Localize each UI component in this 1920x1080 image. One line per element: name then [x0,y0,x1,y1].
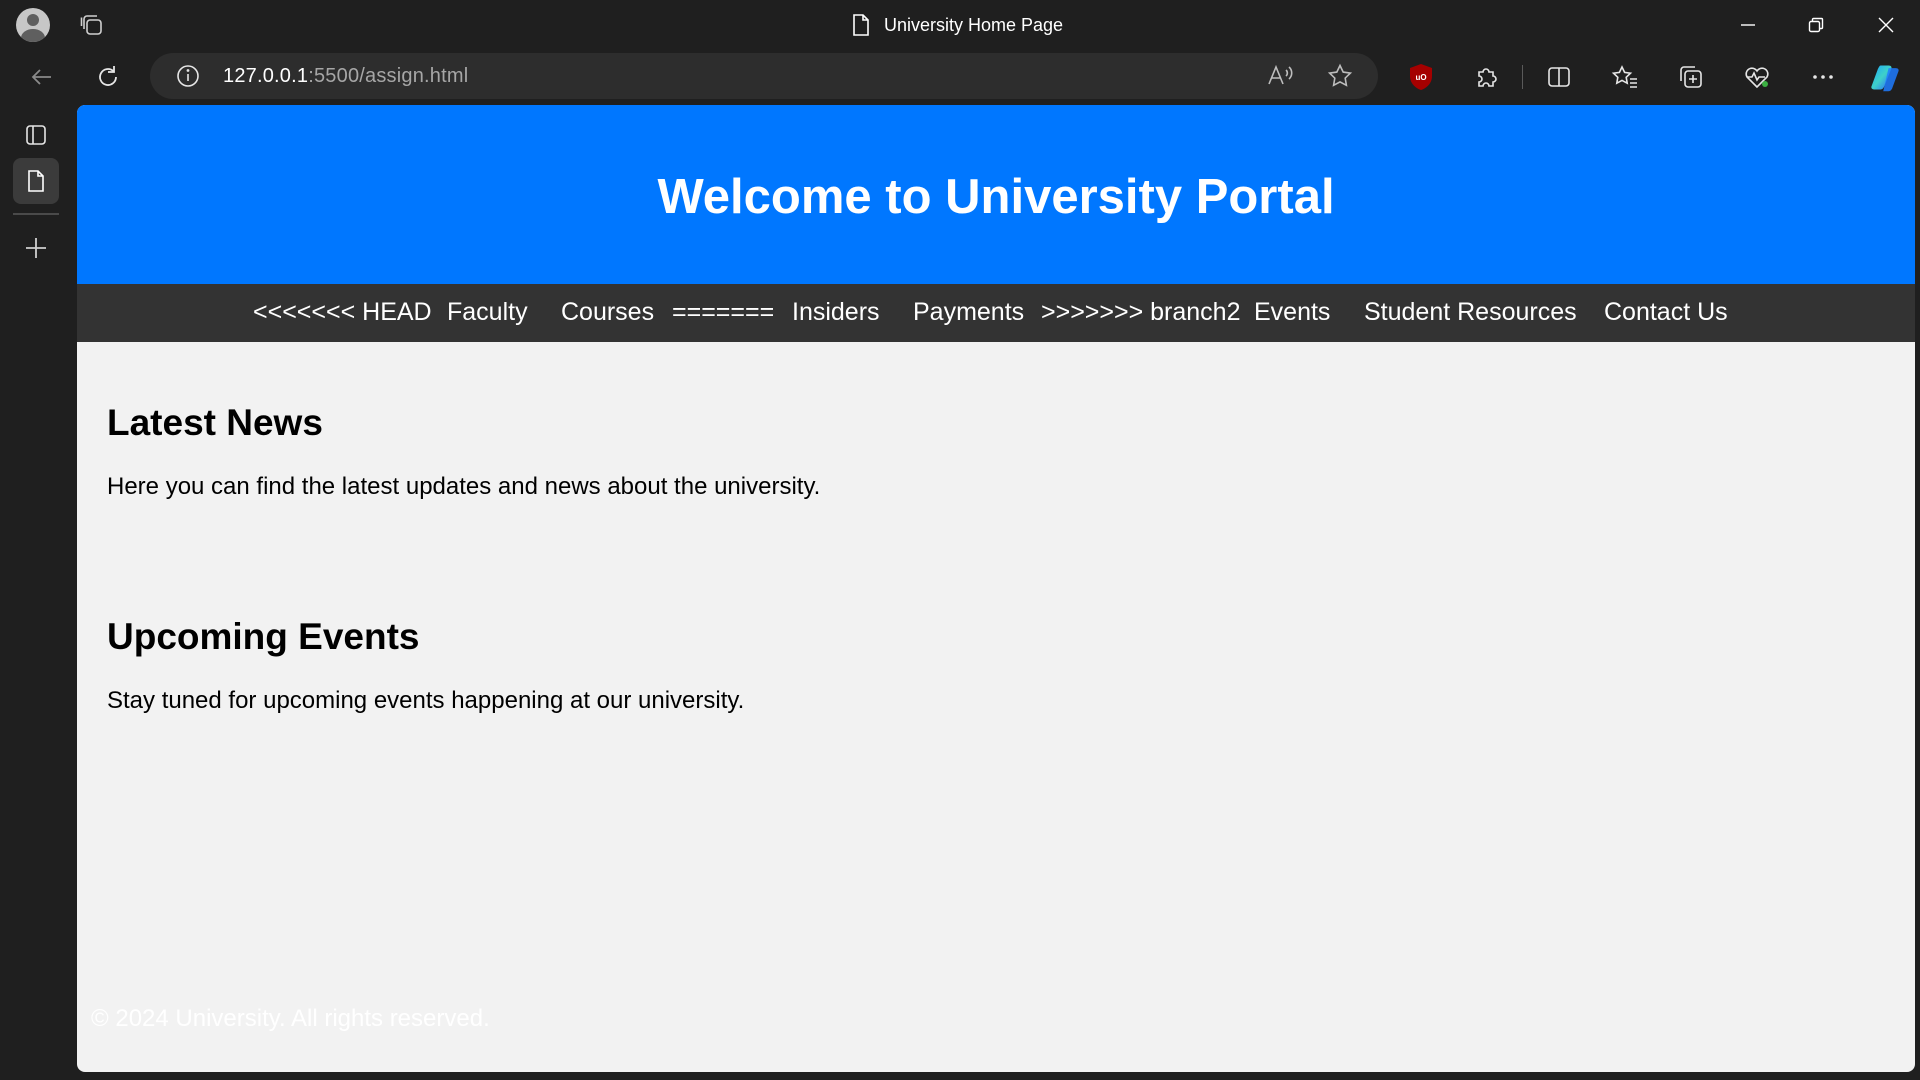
minimize-icon [1741,23,1755,26]
page-document-icon [853,14,869,36]
back-arrow-icon [31,69,51,85]
site-footer: © 2024 University. All rights reserved. [91,1005,490,1032]
upcoming-events-heading: Upcoming Events [107,616,420,657]
copilot-icon[interactable] [1869,61,1901,93]
page-viewport: Welcome to University Portal <<<<<<< HEA… [77,105,1915,1072]
upcoming-events-text: Stay tuned for upcoming events happening… [107,687,745,714]
latest-news-section: Latest News Here you can find the latest… [107,402,820,501]
nav-merge-marker-branch2: >>>>>>> branch2 [1041,298,1241,326]
tab-actions-icon [26,125,46,145]
minimize-button[interactable] [1714,0,1782,49]
back-button[interactable] [26,61,58,93]
refresh-icon [99,66,117,86]
refresh-button[interactable] [92,61,124,93]
tab-university-home-page[interactable] [13,158,59,204]
browser-toolbar: 127.0.0.1:5500/assign.html uO [0,49,1920,104]
nav-link-student-resources[interactable]: Student Resources [1364,298,1577,327]
nav-link-contact-us[interactable]: Contact Us [1604,298,1728,327]
upcoming-events-section: Upcoming Events Stay tuned for upcoming … [107,616,744,715]
tab-actions-button[interactable] [13,112,59,158]
collections-icon[interactable] [1675,61,1707,93]
favorite-star-icon[interactable] [1324,60,1356,92]
rail-divider [13,213,59,215]
title-bar: University Home Page [0,0,1920,49]
nav-link-events[interactable]: Events [1254,298,1330,327]
nav-link-faculty[interactable]: Faculty [447,298,528,327]
close-button[interactable] [1852,0,1920,49]
plus-icon [26,238,46,258]
restore-icon [1808,17,1824,32]
split-screen-icon[interactable] [1543,61,1575,93]
new-tab-button[interactable] [13,225,59,271]
nav-link-payments[interactable]: Payments [913,298,1024,327]
nav-merge-marker-divider: ======= [672,298,775,326]
read-aloud-icon[interactable] [1264,60,1296,92]
workspaces-icon[interactable] [80,13,104,37]
url-text[interactable]: 127.0.0.1:5500/assign.html [223,65,468,88]
vertical-tabs-rail [0,104,77,1080]
browser-essentials-icon[interactable] [1741,61,1773,93]
toolbar-separator [1522,65,1523,89]
restore-button[interactable] [1782,0,1850,49]
latest-news-heading: Latest News [107,402,323,443]
favorites-icon[interactable] [1609,61,1641,93]
url-path: :5500/assign.html [308,65,469,87]
svg-text:uO: uO [1415,73,1426,82]
page-title: Welcome to University Portal [657,169,1335,224]
nav-merge-marker-head: <<<<<<< HEAD [253,298,432,326]
site-info-icon[interactable] [172,60,204,92]
profile-avatar-icon[interactable] [16,8,50,42]
extensions-puzzle-icon[interactable] [1471,61,1503,93]
close-icon [1878,17,1894,32]
nav-link-insiders[interactable]: Insiders [792,298,880,327]
latest-news-text: Here you can find the latest updates and… [107,473,821,500]
window-title-text: University Home Page [884,14,1064,35]
site-header: Welcome to University Portal [77,105,1915,284]
ublock-extension-icon[interactable]: uO [1405,61,1437,93]
url-host: 127.0.0.1 [223,65,309,87]
nav-link-courses[interactable]: Courses [561,298,654,327]
window-title: University Home Page [850,12,1063,38]
site-nav: <<<<<<< HEAD Faculty Courses ======= Ins… [77,284,1915,342]
page-document-icon [28,170,44,192]
more-menu-icon[interactable] [1807,61,1839,93]
address-bar[interactable]: 127.0.0.1:5500/assign.html [150,53,1378,99]
